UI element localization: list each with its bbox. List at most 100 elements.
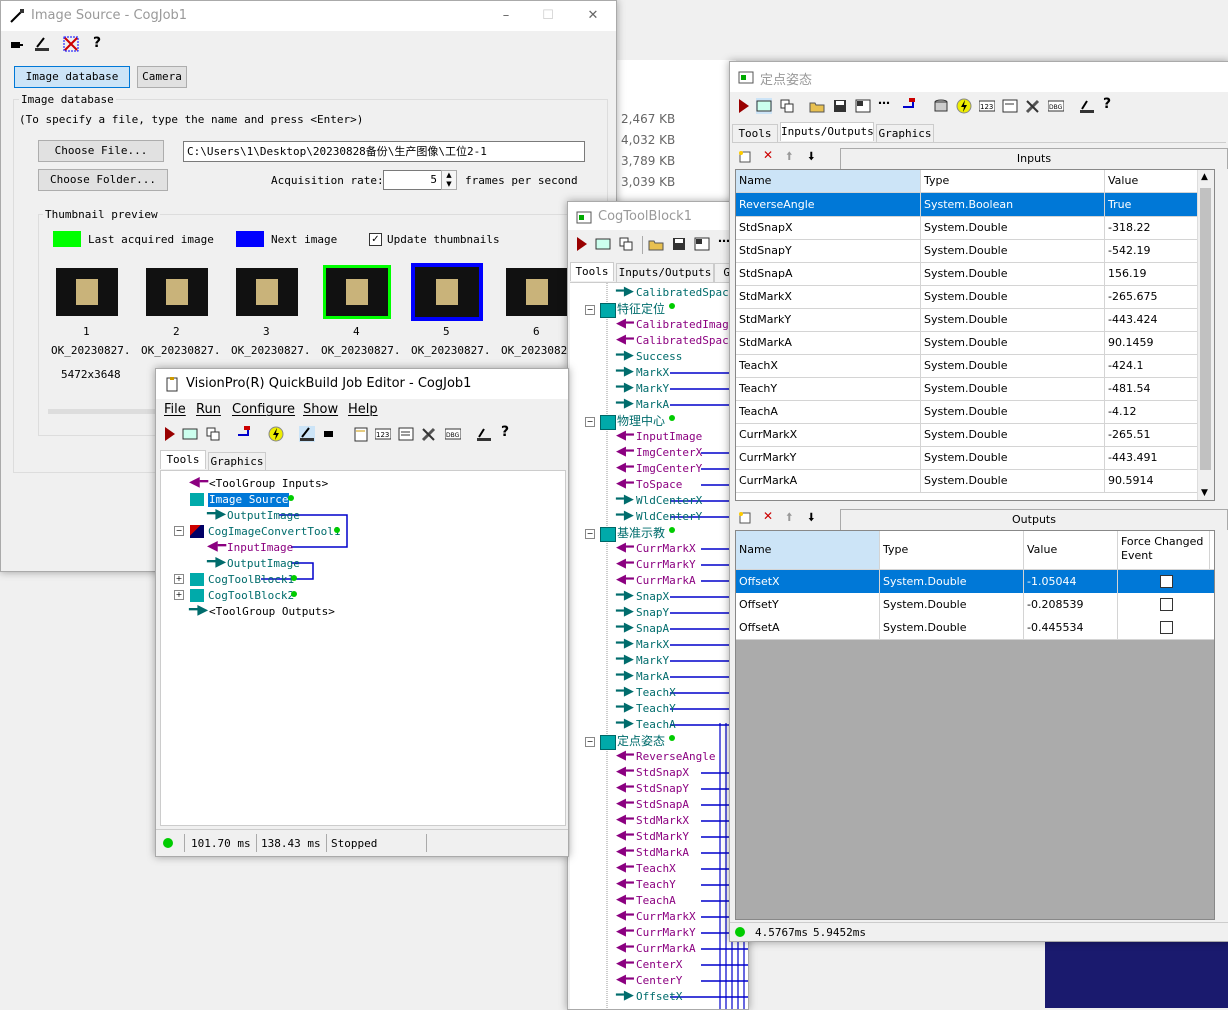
choose-file-button[interactable]: Choose File... <box>38 140 164 162</box>
terminal-node[interactable]: CenterY <box>636 974 682 988</box>
thumbnail-image[interactable] <box>506 268 568 316</box>
terminal-node[interactable]: CalibratedSpaceN <box>636 286 742 300</box>
toolblock-tab-inputs-outputs[interactable]: Inputs/Outputs <box>616 263 714 282</box>
menu-show[interactable]: Show <box>303 402 338 417</box>
lightning-icon[interactable] <box>268 426 284 442</box>
move-down-icon[interactable]: 🠫 <box>808 147 815 168</box>
input-value-cell[interactable]: 90.1459 <box>1105 331 1199 354</box>
grid-select-icon[interactable] <box>63 36 79 52</box>
maximize-button[interactable]: ☐ <box>538 6 558 26</box>
terminal-node[interactable]: TeachA <box>636 718 676 732</box>
toggle-view-icon[interactable] <box>182 426 198 442</box>
tab-camera[interactable]: Camera <box>137 66 187 88</box>
acquisition-rate-input[interactable]: 5 <box>383 170 442 190</box>
menu-configure[interactable]: Configure <box>232 402 295 417</box>
lightning-icon[interactable] <box>956 98 972 114</box>
outputs-row[interactable]: OffsetY System.Double -0.208539 <box>736 593 1214 617</box>
qb-tree-item[interactable]: <ToolGroup Outputs> <box>209 605 335 619</box>
tool-node[interactable]: 特征定位 <box>617 302 665 316</box>
terminal-icon[interactable] <box>398 426 414 442</box>
save-icon[interactable] <box>832 98 848 114</box>
pose-tab-graphics[interactable]: Graphics <box>876 124 934 143</box>
terminal-node[interactable]: OffsetX <box>636 990 682 1004</box>
terminal-node[interactable]: WldCenterX <box>636 494 702 508</box>
inputs-col-type[interactable]: Type <box>921 170 1105 192</box>
terminal-node[interactable]: StdSnapX <box>636 766 689 780</box>
outputs-col-type[interactable]: Type <box>880 531 1024 569</box>
input-value-cell[interactable]: -443.491 <box>1105 446 1199 469</box>
tool-node[interactable]: 定点姿态 <box>617 734 665 748</box>
scroll-down-icon[interactable]: ▼ <box>1201 488 1208 498</box>
outputs-col-force-changed[interactable]: Force Changed Event <box>1118 531 1210 569</box>
terminal-node[interactable]: MarkY <box>636 654 669 668</box>
minimize-button[interactable]: – <box>496 6 516 26</box>
close-button[interactable]: ✕ <box>583 6 603 26</box>
outputs-row[interactable]: OffsetX System.Double -1.05044 <box>736 570 1214 594</box>
tools-icon[interactable] <box>1025 98 1041 114</box>
configure-icon[interactable] <box>618 236 634 252</box>
input-value-cell[interactable]: 156.19 <box>1105 262 1199 285</box>
qb-tree-item[interactable]: Image Source <box>208 493 290 507</box>
terminal-node[interactable]: WldCenterY <box>636 510 702 524</box>
terminal-node[interactable]: MarkA <box>636 398 669 412</box>
pose-tab-inputs-outputs[interactable]: Inputs/Outputs <box>780 122 874 141</box>
run-icon[interactable] <box>162 426 178 442</box>
tools-icon[interactable] <box>421 426 437 442</box>
qb-tree-item[interactable]: CogImageConvertTool1 <box>208 525 340 539</box>
reset-icon[interactable] <box>901 97 917 113</box>
terminal-node[interactable]: CurrMarkX <box>636 542 696 556</box>
database-icon[interactable] <box>933 98 949 114</box>
terminal-node[interactable]: StdMarkY <box>636 830 689 844</box>
open-icon[interactable] <box>809 98 825 114</box>
inputs-row[interactable]: StdSnapY System.Double -542.19 <box>736 239 1199 263</box>
thumbnail-image[interactable] <box>323 265 391 319</box>
run-icon[interactable] <box>574 236 590 252</box>
reset-icon[interactable] <box>236 425 252 441</box>
terminal-node[interactable]: CurrMarkY <box>636 926 696 940</box>
scrollbar-thumb[interactable] <box>1200 188 1211 470</box>
qb-tab-tools[interactable]: Tools <box>160 450 206 469</box>
input-value-cell[interactable]: -318.22 <box>1105 216 1199 239</box>
terminal-node[interactable]: ReverseAngle <box>636 750 715 764</box>
terminal-node[interactable]: CenterX <box>636 958 682 972</box>
input-value-cell[interactable]: 90.5914 <box>1105 469 1199 492</box>
terminal-node[interactable]: InputImage <box>636 430 702 444</box>
file-path-input[interactable]: C:\Users\1\Desktop\20230828备份\生产图像\工位2-1 <box>183 141 585 162</box>
inputs-row[interactable]: StdMarkA System.Double 90.1459 <box>736 331 1199 355</box>
terminal-node[interactable]: CurrMarkA <box>636 942 696 956</box>
help-icon[interactable]: ? <box>93 35 101 51</box>
terminal-node[interactable]: MarkX <box>636 366 669 380</box>
terminal-node[interactable]: TeachY <box>636 878 676 892</box>
inputs-scrollbar[interactable]: ▲ ▼ <box>1197 170 1214 500</box>
configure-icon[interactable] <box>779 98 795 114</box>
input-value-cell[interactable]: -265.675 <box>1105 285 1199 308</box>
input-value-cell[interactable]: -542.19 <box>1105 239 1199 262</box>
terminal-node[interactable]: StdMarkA <box>636 846 689 860</box>
expand-toggle-icon[interactable]: − <box>585 529 595 539</box>
input-value-cell[interactable]: -481.54 <box>1105 377 1199 400</box>
tool-edit-icon[interactable] <box>299 426 315 442</box>
terminal-icon[interactable] <box>694 236 710 252</box>
terminal-node[interactable]: ImgCenterX <box>636 446 702 460</box>
inputs-row[interactable]: StdMarkX System.Double -265.675 <box>736 285 1199 309</box>
terminal-node[interactable]: SnapY <box>636 606 669 620</box>
inputs-row[interactable]: CurrMarkX System.Double -265.51 <box>736 423 1199 447</box>
terminal-node[interactable]: TeachX <box>636 862 676 876</box>
output-value-cell[interactable]: -0.445534 <box>1024 616 1118 639</box>
terminal-node[interactable]: StdSnapY <box>636 782 689 796</box>
numeric-icon[interactable]: 123 <box>979 98 995 114</box>
terminal-node[interactable]: MarkX <box>636 638 669 652</box>
terminal-node[interactable]: ImgCenterY <box>636 462 702 476</box>
notepad-icon[interactable] <box>353 426 369 442</box>
expand-toggle-icon[interactable]: − <box>585 737 595 747</box>
help-icon[interactable]: ? <box>1103 96 1111 112</box>
inputs-col-value[interactable]: Value <box>1105 170 1199 192</box>
qb-tab-graphics[interactable]: Graphics <box>208 452 266 471</box>
terminal-node[interactable]: MarkA <box>636 670 669 684</box>
delete-row-icon[interactable]: ✕ <box>763 509 773 523</box>
terminal-node[interactable]: TeachX <box>636 686 676 700</box>
terminal-icon[interactable] <box>855 98 871 114</box>
thumbnail-image[interactable] <box>146 268 208 316</box>
inputs-row[interactable]: CurrMarkY System.Double -443.491 <box>736 446 1199 470</box>
expand-toggle-icon[interactable]: − <box>585 417 595 427</box>
